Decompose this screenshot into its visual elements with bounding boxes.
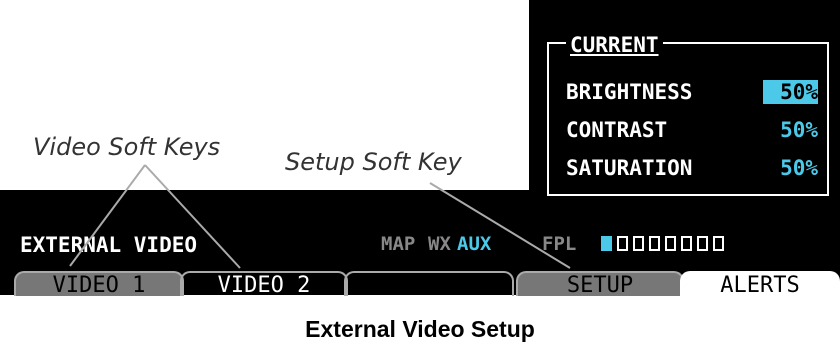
saturation-label: SATURATION <box>566 156 693 180</box>
page-dot <box>633 236 644 251</box>
video-2-softkey[interactable]: VIDEO 2 <box>180 271 348 298</box>
page-dot <box>649 236 660 251</box>
brightness-label: BRIGHTNESS <box>566 80 693 104</box>
page-group-map: MAP <box>381 233 416 255</box>
contrast-value[interactable]: 50% <box>763 118 818 142</box>
brightness-value[interactable]: 50% <box>763 80 818 104</box>
current-legend: CURRENT <box>566 33 663 57</box>
setup-soft-key-callout: Setup Soft Key <box>285 148 462 176</box>
video-1-softkey[interactable]: VIDEO 1 <box>14 271 184 298</box>
page-dot <box>713 236 724 251</box>
page-dot <box>665 236 676 251</box>
contrast-label: CONTRAST <box>566 118 668 142</box>
page-dot <box>617 236 628 251</box>
page-dot <box>681 236 692 251</box>
page-index-indicator <box>601 236 724 251</box>
figure-caption: External Video Setup <box>305 316 535 342</box>
page-dot-active <box>601 236 612 251</box>
page-dot <box>697 236 708 251</box>
page-group-fpl: FPL <box>542 233 577 255</box>
saturation-value[interactable]: 50% <box>763 156 818 180</box>
setup-softkey[interactable]: SETUP <box>516 271 684 298</box>
alerts-softkey[interactable]: ALERTS <box>680 271 840 298</box>
page-group-aux: AUX <box>457 233 492 255</box>
page-group-wx: WX <box>428 233 451 255</box>
video-soft-keys-callout: Video Soft Keys <box>33 133 221 161</box>
empty-softkey[interactable] <box>344 271 514 296</box>
page-title: EXTERNAL VIDEO <box>20 233 198 257</box>
